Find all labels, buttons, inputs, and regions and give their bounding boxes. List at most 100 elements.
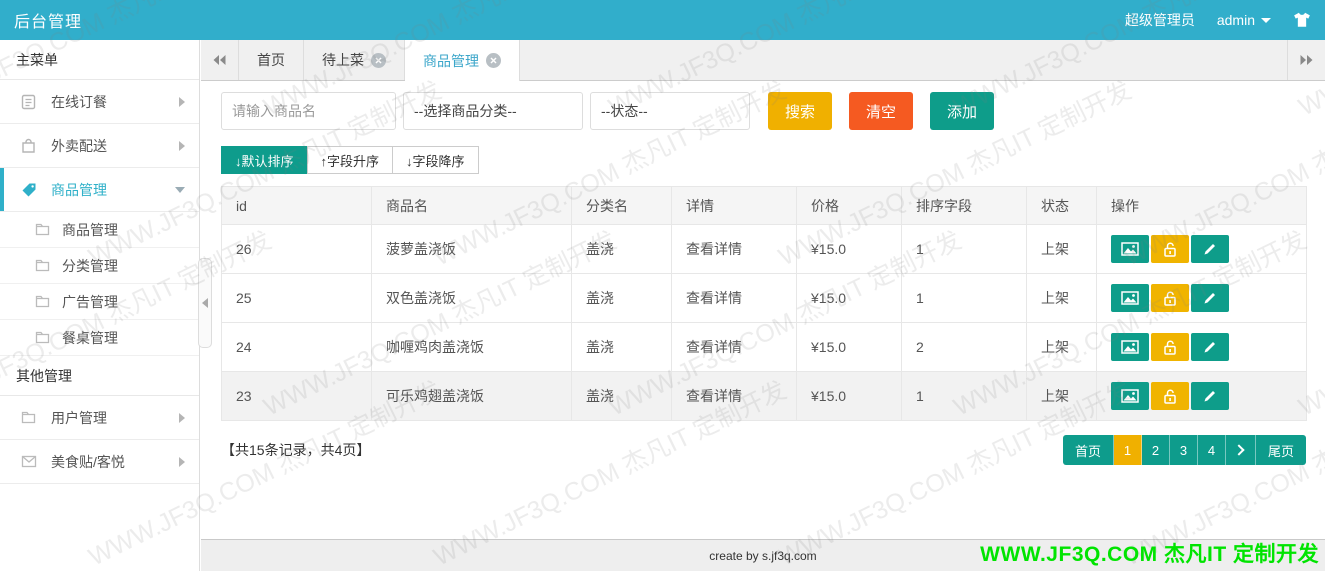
- image-button[interactable]: [1111, 382, 1149, 410]
- status-select[interactable]: --状态--: [590, 92, 750, 130]
- sort-desc-button[interactable]: ↓字段降序: [392, 146, 479, 174]
- product-name-input[interactable]: [221, 92, 396, 130]
- cell-category: 盖浇: [571, 224, 672, 274]
- tag-icon: [20, 182, 37, 198]
- main-area: 首页 待上菜 商品管理 --选择商品分类-- --状态--: [201, 40, 1325, 571]
- add-button[interactable]: 添加: [930, 92, 995, 130]
- tab-label: 商品管理: [423, 52, 479, 69]
- cell-id: 26: [221, 224, 372, 274]
- cell-status: 上架: [1026, 371, 1097, 421]
- tabs-scroll-right[interactable]: [1287, 40, 1325, 80]
- username-label: admin: [1216, 12, 1255, 28]
- close-icon[interactable]: [486, 53, 501, 68]
- tab-home[interactable]: 首页: [239, 40, 304, 80]
- edit-button[interactable]: [1191, 382, 1229, 410]
- sidebar-section-other: 其他管理: [0, 356, 199, 396]
- sidebar-collapse-handle[interactable]: [198, 258, 212, 348]
- sidebar-item-product-mgmt[interactable]: 商品管理: [0, 168, 199, 212]
- page-footer: create by s.jf3q.com: [201, 539, 1325, 571]
- sidebar-item-delivery[interactable]: 外卖配送: [0, 124, 199, 168]
- table-row: 26 菠萝盖浇饭 盖浇 查看详情 ¥15.0 1 上架: [221, 224, 1307, 274]
- cell-status: 上架: [1026, 273, 1097, 323]
- page-next-button[interactable]: [1225, 435, 1256, 465]
- column-header: 分类名: [571, 186, 672, 225]
- sidebar-subitem-category[interactable]: 分类管理: [0, 248, 199, 284]
- clear-button[interactable]: 清空: [849, 92, 914, 130]
- sidebar-item-label: 商品管理: [51, 181, 107, 198]
- column-header: 详情: [671, 186, 797, 225]
- cell-id: 23: [221, 371, 372, 421]
- page-number-button[interactable]: 1: [1113, 435, 1142, 465]
- image-button[interactable]: [1111, 284, 1149, 312]
- sidebar-item-online-order[interactable]: 在线订餐: [0, 80, 199, 124]
- tab-label: 待上菜: [322, 52, 364, 68]
- edit-button[interactable]: [1191, 333, 1229, 361]
- sidebar-subitem-table[interactable]: 餐桌管理: [0, 320, 199, 356]
- edit-button[interactable]: [1191, 284, 1229, 312]
- user-menu[interactable]: admin: [1217, 12, 1271, 28]
- folder-icon: [34, 295, 50, 308]
- cell-sort: 1: [901, 273, 1027, 323]
- sidebar-subitem-label: 餐桌管理: [62, 329, 118, 346]
- sort-group: ↓默认排序 ↑字段升序 ↓字段降序: [221, 146, 1305, 174]
- page-last-button[interactable]: 尾页: [1255, 435, 1306, 465]
- cell-sort: 2: [901, 322, 1027, 372]
- view-detail-link[interactable]: 查看详情: [686, 339, 742, 355]
- tab-pending[interactable]: 待上菜: [304, 40, 405, 80]
- cell-price: ¥15.0: [796, 273, 902, 323]
- sidebar-item-label: 美食贴/客悦: [51, 453, 125, 470]
- page-number-button[interactable]: 3: [1169, 435, 1198, 465]
- category-select-value: --选择商品分类--: [414, 103, 517, 119]
- sidebar-subitem-ad[interactable]: 广告管理: [0, 284, 199, 320]
- sidebar-subitem-product[interactable]: 商品管理: [0, 212, 199, 248]
- cell-category: 盖浇: [571, 273, 672, 323]
- column-header: 操作: [1096, 186, 1307, 225]
- unlock-button[interactable]: [1151, 382, 1189, 410]
- sort-default-button[interactable]: ↓默认排序: [221, 146, 308, 174]
- products-table: id 商品名 分类名 详情 价格 排序字段 状态 操作 26 菠萝盖浇饭 盖浇 …: [221, 186, 1307, 421]
- chevron-down-icon: [175, 186, 185, 193]
- chevron-right-icon: [179, 96, 185, 107]
- cell-id: 24: [221, 322, 372, 372]
- chevron-right-icon: [179, 412, 185, 423]
- cell-category: 盖浇: [571, 322, 672, 372]
- view-detail-link[interactable]: 查看详情: [686, 241, 742, 257]
- sort-asc-button[interactable]: ↑字段升序: [306, 146, 394, 174]
- sidebar-subitem-label: 广告管理: [62, 293, 118, 310]
- edit-button[interactable]: [1191, 235, 1229, 263]
- cell-name: 菠萝盖浇饭: [371, 224, 572, 274]
- close-icon[interactable]: [371, 52, 386, 68]
- page-number-button[interactable]: 2: [1141, 435, 1170, 465]
- chevron-right-icon: [1233, 444, 1245, 456]
- image-button[interactable]: [1111, 235, 1149, 263]
- page-first-button[interactable]: 首页: [1062, 435, 1114, 465]
- sidebar-subitem-label: 商品管理: [62, 221, 118, 238]
- tab-product-mgmt[interactable]: 商品管理: [405, 40, 520, 81]
- unlock-button[interactable]: [1151, 235, 1189, 263]
- view-detail-link[interactable]: 查看详情: [686, 290, 742, 306]
- sidebar-item-user-mgmt[interactable]: 用户管理: [0, 396, 199, 440]
- pager-row: 【共15条记录，共4页】 首页 1 2 3 4 尾页: [221, 435, 1306, 465]
- search-button[interactable]: 搜索: [768, 92, 833, 130]
- unlock-button[interactable]: [1151, 284, 1189, 312]
- page-number-button[interactable]: 4: [1197, 435, 1226, 465]
- column-header: 价格: [796, 186, 902, 225]
- sidebar-item-label: 在线订餐: [51, 93, 107, 110]
- sidebar-item-food-post[interactable]: 美食贴/客悦: [0, 440, 199, 484]
- pagination: 首页 1 2 3 4 尾页: [1062, 435, 1306, 465]
- document-icon: [20, 94, 37, 110]
- theme-shirt-icon[interactable]: [1293, 12, 1311, 28]
- sidebar-item-label: 外卖配送: [51, 137, 107, 154]
- tabs-scroll-left[interactable]: [201, 40, 239, 80]
- cell-status: 上架: [1026, 322, 1097, 372]
- sidebar-subitem-label: 分类管理: [62, 257, 118, 274]
- unlock-button[interactable]: [1151, 333, 1189, 361]
- cell-id: 25: [221, 273, 372, 323]
- category-select[interactable]: --选择商品分类--: [403, 92, 583, 130]
- view-detail-link[interactable]: 查看详情: [686, 388, 742, 404]
- image-button[interactable]: [1111, 333, 1149, 361]
- cell-price: ¥15.0: [796, 224, 902, 274]
- table-row: 23 可乐鸡翅盖浇饭 盖浇 查看详情 ¥15.0 1 上架: [221, 371, 1307, 421]
- tabbar: 首页 待上菜 商品管理: [201, 40, 1325, 81]
- cell-name: 咖喱鸡肉盖浇饭: [371, 322, 572, 372]
